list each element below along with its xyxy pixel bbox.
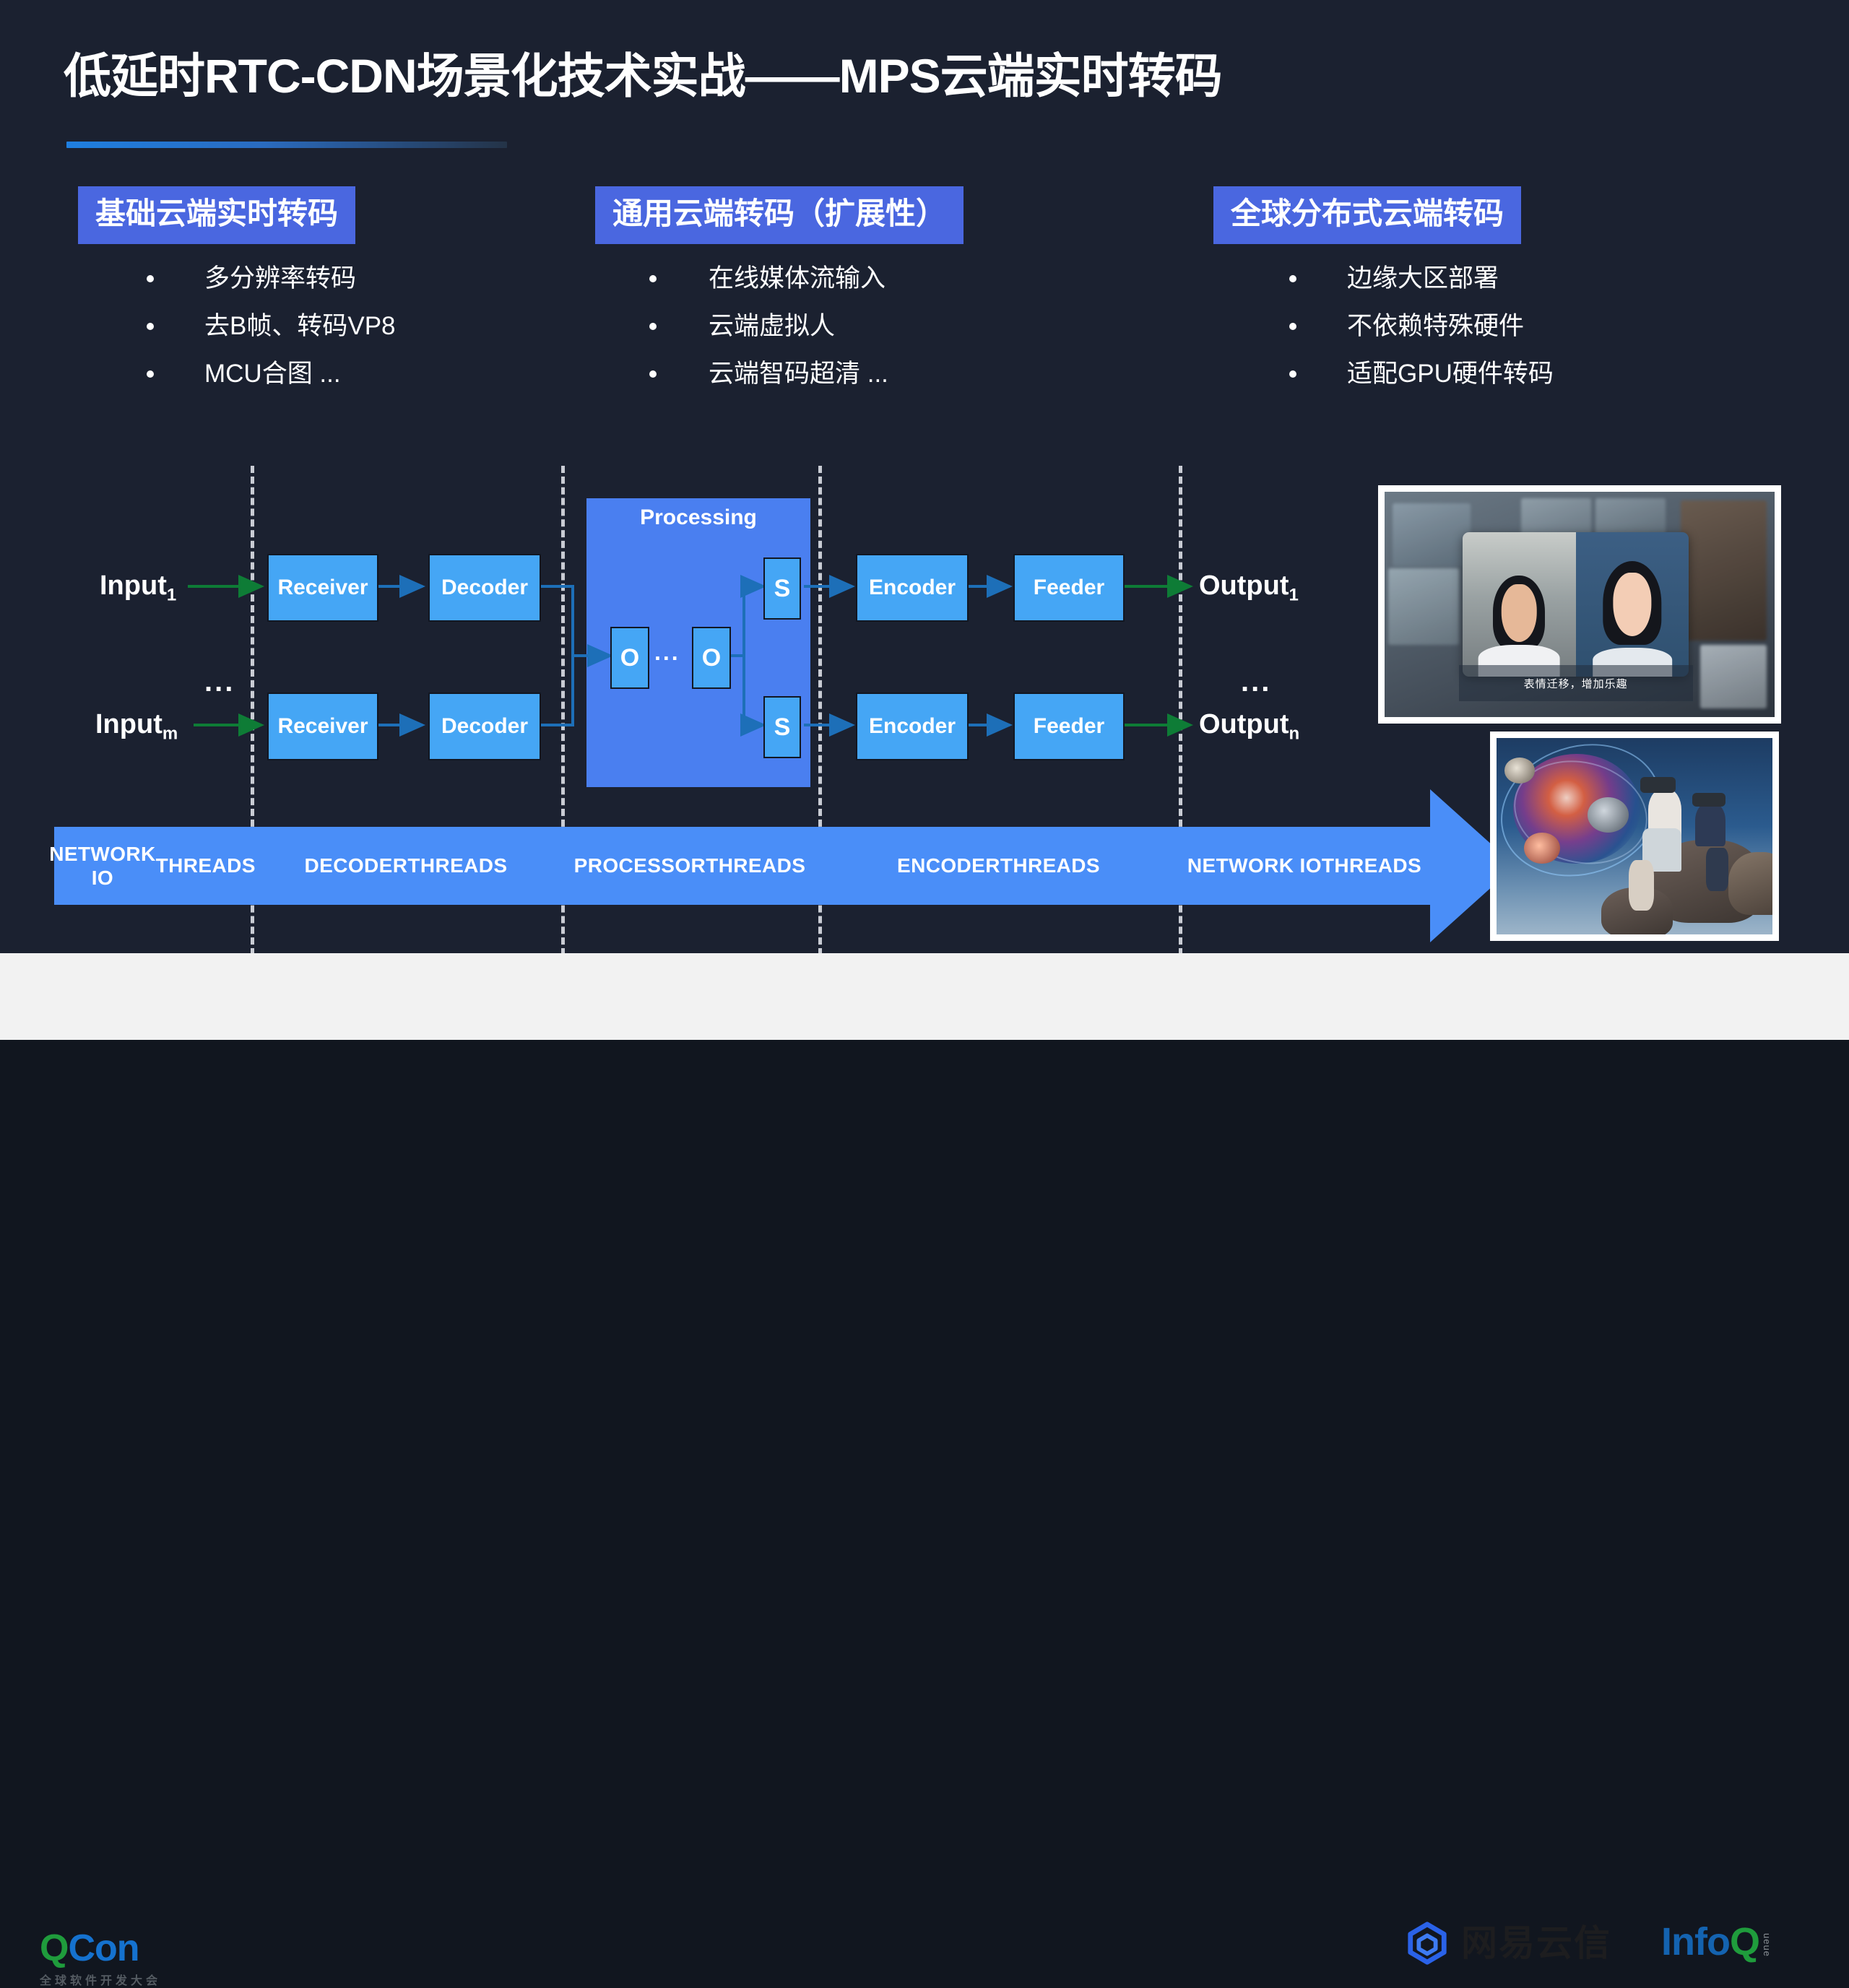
thread-band-encoder: ENCODER THREADS [897,854,1100,877]
slide-root: 低延时RTC-CDN场景化技术实战——MPS云端实时转码 基础云端实时转码 多分… [0,0,1849,1987]
processor-ellipsis: ... [654,639,680,665]
real-person-video [1463,532,1576,677]
meeting-photo: 表情迁移，增加乐趣 [1378,485,1781,724]
qcon-subtitle: 全球软件开发大会 [40,1975,162,1987]
meeting-main-tile [1463,532,1689,677]
input-label-text: Input [100,570,167,601]
input-label-text: Input [95,709,163,739]
virtual-avatar-video [1575,532,1689,677]
netease-yunxin-name: 网易云信 [1461,1923,1611,1963]
netease-yunxin-logo: 网易云信 [1405,1921,1611,1966]
splitter-node-2[interactable]: S [763,696,801,758]
input-subscript: 1 [166,585,177,605]
encoder-node-2[interactable]: Encoder [856,693,969,760]
output-subscript: 1 [1289,585,1299,605]
output-label-1: Output1 [1199,570,1299,606]
decoder-node-1[interactable]: Decoder [428,554,541,622]
qcon-wordmark: QCon [40,1930,161,1967]
decoder-node-2[interactable]: Decoder [428,693,541,760]
meeting-caption-text: 表情迁移，增加乐趣 [1523,677,1628,690]
processing-label: Processing [640,505,757,529]
thread-band-decoder: DECODER THREADS [304,854,508,877]
qcon-logo: QCon 全球软件开发大会 [40,1930,161,1988]
infoq-q-letter: Q [1729,1920,1760,1963]
qcon-con-letters: Con [68,1927,139,1969]
processor-node-last[interactable]: O [692,627,731,689]
qcon-q-letter: Q [40,1927,69,1969]
thread-band-network-io-out: NETWORK IO THREADS [1187,854,1422,877]
input-ellipsis: ... [204,666,235,698]
feeder-node-2[interactable]: Feeder [1013,693,1125,760]
output-subscript: n [1289,724,1300,744]
thread-band-processor: PROCESSOR THREADS [573,854,806,877]
infoq-logo: Info Q ueue [1661,1922,1772,1961]
output-label-2: Outputn [1199,709,1299,745]
vr-photo [1490,732,1779,941]
infoq-info-text: Info [1661,1920,1731,1963]
netease-diamond-icon [1405,1921,1450,1966]
feeder-node-1[interactable]: Feeder [1013,554,1125,622]
receiver-node-2[interactable]: Receiver [267,693,378,760]
encoder-node-1[interactable]: Encoder [856,554,969,622]
vr-photo-content [1497,738,1772,934]
meeting-photo-content: 表情迁移，增加乐趣 [1385,492,1775,717]
thread-band-network-io-in: NETWORK IO THREADS [49,842,256,889]
processor-node-first[interactable]: O [610,627,649,689]
footer-bar: QCon 全球软件开发大会 网易云信 Info Q ueue [0,953,1849,1987]
infoq-ueue-text: ueue [1761,1933,1772,1957]
input-label-1: Input1 [100,570,176,606]
input-subscript: m [162,724,178,744]
output-label-text: Output [1199,709,1289,739]
input-label-2: Inputm [95,709,178,745]
receiver-node-1[interactable]: Receiver [267,554,378,622]
output-label-text: Output [1199,570,1289,601]
meeting-caption: 表情迁移，增加乐趣 [1458,665,1693,702]
splitter-node-1[interactable]: S [763,557,801,620]
output-ellipsis: ... [1241,666,1272,698]
